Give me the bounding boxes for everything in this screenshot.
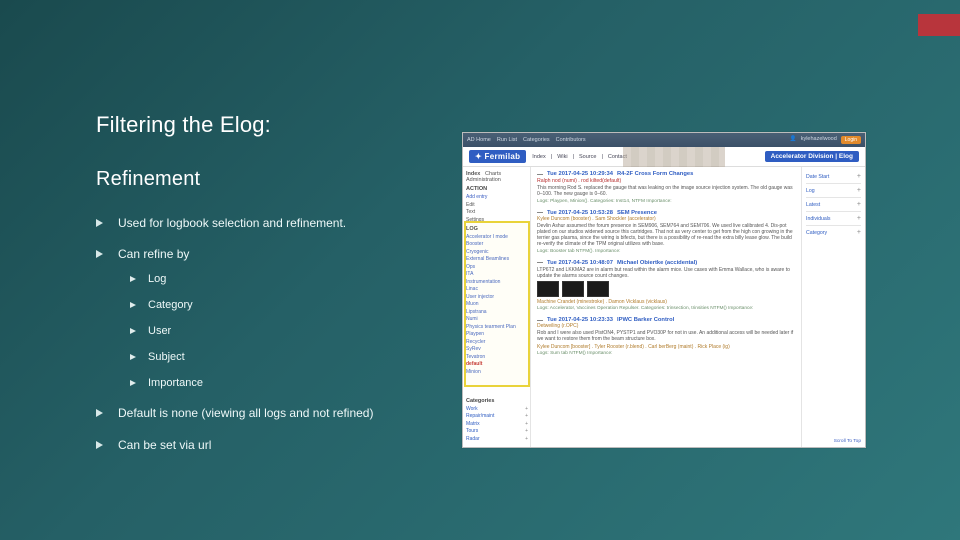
fermilab-logo[interactable]: ✦ Fermilab	[469, 150, 526, 163]
topnav-item[interactable]: Run List	[497, 137, 517, 143]
log-item[interactable]: Instrumentation	[466, 279, 527, 285]
log-item[interactable]: User injector	[466, 294, 527, 300]
brand-tab[interactable]: Wiki	[557, 154, 567, 160]
bullet-item: Can refine by Log Category User Subject …	[96, 246, 436, 391]
log-item[interactable]: Lipstrana	[466, 309, 527, 315]
text-column: Filtering the Elog: Refinement Used for …	[96, 112, 436, 468]
categories-block: Categories Work+Repair/maint+ Matrix+Tour…	[466, 395, 528, 444]
log-item[interactable]: Minion	[466, 369, 527, 375]
category-item[interactable]: Matrix+	[466, 421, 528, 427]
bullet-text: Used for logbook selection and refinemen…	[118, 216, 346, 230]
action-item[interactable]: Add entry	[466, 194, 527, 200]
sub-bullet: User	[130, 324, 436, 340]
log-item[interactable]: ITA	[466, 271, 527, 277]
refine-item[interactable]: Date Start+	[806, 173, 861, 180]
bullet-text: Default is none (viewing all logs and no…	[118, 406, 373, 420]
slide: Filtering the Elog: Refinement Used for …	[0, 0, 960, 540]
log-item[interactable]: Physics tearment Plan	[466, 324, 527, 330]
log-item[interactable]: SyRev	[466, 346, 527, 352]
log-entry[interactable]: Tue 2017-04-25 10:48:07 Michael Obiertke…	[537, 260, 795, 312]
shot-entries: Tue 2017-04-25 10:29:34 R4-2F Cross Form…	[531, 167, 801, 447]
refine-item[interactable]: Latest+	[806, 201, 861, 208]
elog-screenshot: AD Home Run List Categories Contributors…	[462, 132, 866, 448]
category-item[interactable]: Work+	[466, 406, 528, 412]
shot-topbar: AD Home Run List Categories Contributors…	[463, 133, 865, 147]
bullet-item: Default is none (viewing all logs and no…	[96, 405, 436, 422]
login-button[interactable]: Login	[841, 136, 861, 144]
brand-text: Fermilab	[485, 152, 521, 161]
topnav-item[interactable]: Contributors	[556, 137, 586, 143]
bullet-item: Used for logbook selection and refinemen…	[96, 215, 436, 232]
log-item[interactable]: Muon	[466, 301, 527, 307]
log-item[interactable]: Numi	[466, 316, 527, 322]
log-item[interactable]: Linac	[466, 286, 527, 292]
log-item[interactable]: Playpen	[466, 331, 527, 337]
log-item[interactable]: Tevatron	[466, 354, 527, 360]
page-tab[interactable]: Administration	[466, 177, 501, 183]
bullet-text: Can be set via url	[118, 438, 211, 452]
sub-bullet: Importance	[130, 376, 436, 392]
slide-title: Filtering the Elog:	[96, 112, 436, 138]
sub-bullet: Category	[130, 298, 436, 314]
log-entry[interactable]: Tue 2017-04-25 10:53:28 SEM PresenceKyle…	[537, 210, 795, 254]
brand-tab[interactable]: Index	[532, 154, 545, 160]
log-entry[interactable]: Tue 2017-04-25 10:23:33 IPWC Barker Cont…	[537, 317, 795, 356]
refine-item[interactable]: Individuals+	[806, 215, 861, 222]
category-item[interactable]: Repair/maint+	[466, 413, 528, 419]
brand-tabs: Index| Wiki| Source| Contact	[532, 154, 627, 160]
shot-body: Index Charts Administration ACTION Add e…	[463, 167, 865, 447]
log-item[interactable]: Recycler	[466, 339, 527, 345]
action-header: ACTION	[466, 186, 527, 192]
shot-right-sidebar: Date Start+ Log+ Latest+ Individuals+ Catego…	[801, 167, 865, 447]
action-item[interactable]: Edit	[466, 202, 527, 208]
topnav-item[interactable]: Categories	[523, 137, 550, 143]
bullet-item: Can be set via url	[96, 437, 436, 454]
action-item[interactable]: Settings	[466, 217, 527, 223]
shot-left-sidebar: Index Charts Administration ACTION Add e…	[463, 167, 531, 447]
topnav-item[interactable]: AD Home	[467, 137, 491, 143]
header-photo-bg	[623, 147, 725, 167]
division-pill: Accelerator Division | Elog	[765, 151, 859, 162]
log-item[interactable]: External Beamlines	[466, 256, 527, 262]
log-item[interactable]: Booster	[466, 241, 527, 247]
brand-tab[interactable]: Source	[579, 154, 596, 160]
sub-bullet: Log	[130, 272, 436, 288]
bullet-list: Used for logbook selection and refinemen…	[96, 215, 436, 454]
log-item[interactable]: Accelerator I mode	[466, 234, 527, 240]
sub-bullet: Subject	[130, 350, 436, 366]
refine-item[interactable]: Category+	[806, 229, 861, 236]
sub-bullet-list: Log Category User Subject Importance	[130, 272, 436, 392]
page-tabs: Index Charts Administration	[466, 171, 527, 183]
category-item[interactable]: Tours+	[466, 428, 528, 434]
log-item[interactable]: Ops	[466, 264, 527, 270]
accent-bar	[918, 14, 960, 36]
refine-item[interactable]: Log+	[806, 187, 861, 194]
log-entry[interactable]: Tue 2017-04-25 10:29:34 R4-2F Cross Form…	[537, 171, 795, 204]
user-icon: 👤	[790, 136, 797, 144]
category-item[interactable]: Radar+	[466, 436, 528, 442]
log-item[interactable]: Cryogenic	[466, 249, 527, 255]
bullet-text: Can refine by	[118, 247, 189, 261]
scroll-top-link[interactable]: Scroll To Top	[834, 439, 861, 444]
log-header: LOG	[466, 226, 527, 232]
username: kylehazelwood	[801, 136, 837, 144]
log-item[interactable]: default	[466, 361, 527, 367]
action-item[interactable]: Text	[466, 209, 527, 215]
slide-subtitle: Refinement	[96, 168, 436, 191]
categories-header: Categories	[466, 398, 528, 404]
